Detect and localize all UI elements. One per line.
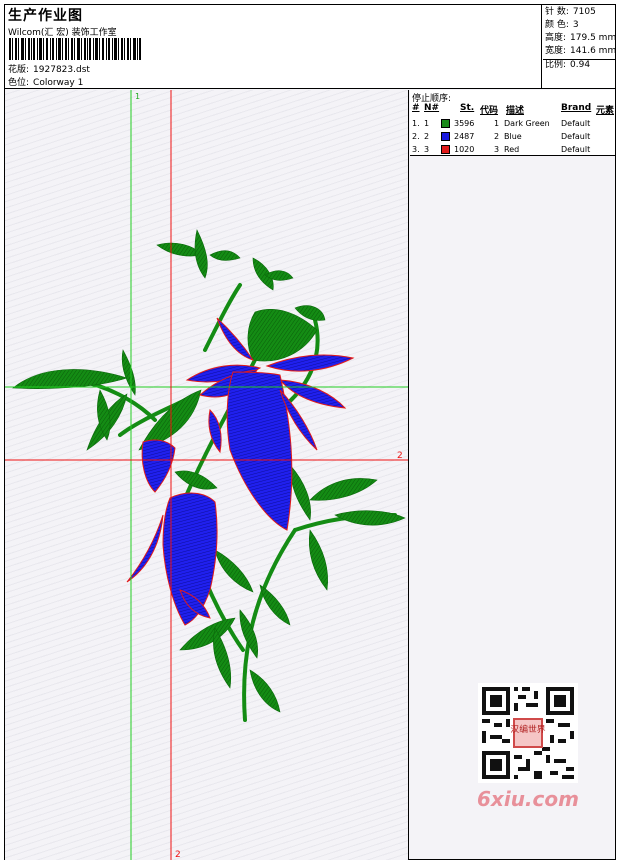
qr-code-icon: 汉编世界 xyxy=(478,683,578,783)
page-title: 生产作业图 xyxy=(8,8,83,24)
col-stitches: St. xyxy=(460,103,475,113)
design-value: 1927823.dst xyxy=(33,65,90,75)
stop-row: 2. 2 2487 2 Blue Default xyxy=(412,132,591,141)
stop-sequence-header: # N# St. 代码 描述 Brand 元素 xyxy=(410,103,615,116)
stat-colors: 颜 色: 3 xyxy=(545,20,579,30)
embroidery-preview: 1 2 2 xyxy=(5,90,408,860)
stat-height: 高度: 179.5 mm xyxy=(545,33,617,43)
stat-scale: 比例: 0.94 xyxy=(545,60,591,70)
guide-2-bottom-label: 2 xyxy=(175,850,181,860)
design-label: 花版: xyxy=(8,65,30,75)
sheet-header: 生产作业图 Wilcom(汇 宏) 装饰工作室 花版: 1927823.dst … xyxy=(5,5,617,89)
design-name-line: 花版: 1927823.dst xyxy=(8,62,90,75)
col-index: # xyxy=(412,103,420,113)
colorway-value: Colorway 1 xyxy=(33,78,84,88)
embroidery-design-canvas: 1 2 2 xyxy=(5,90,409,860)
company-name: Wilcom(汇 宏) 装饰工作室 xyxy=(8,28,117,38)
col-element: 元素 xyxy=(596,106,615,116)
colorway-label: 色位: xyxy=(8,78,30,88)
color-swatch-red xyxy=(441,145,450,154)
col-code: 代码 xyxy=(480,106,499,116)
col-brand: Brand xyxy=(561,103,592,113)
col-description: 描述 xyxy=(506,106,525,116)
guide-2-label: 2 xyxy=(397,451,403,461)
stop-row: 3. 3 1020 3 Red Default xyxy=(412,145,591,154)
stop-row: 1. 1 3596 1 Dark Green Default xyxy=(412,119,591,128)
stat-width: 宽度: 141.6 mm xyxy=(545,46,617,56)
watermark-badge-text: 汉编世界 xyxy=(510,723,545,735)
col-number: N# xyxy=(424,103,440,113)
watermark-text: 6xiu.com xyxy=(477,787,579,811)
design-stats: 针 数: 7105 颜 色: 3 高度: 179.5 mm 宽度: 141.6 mm 比… xyxy=(543,5,617,89)
color-swatch-dark-green xyxy=(441,119,450,128)
guide-1-label: 1 xyxy=(135,92,140,101)
color-swatch-blue xyxy=(441,132,450,141)
header-info: 生产作业图 Wilcom(汇 宏) 装饰工作室 花版: 1927823.dst … xyxy=(5,5,542,89)
site-watermark: 汉编世界 6xiu.com xyxy=(472,683,584,813)
stop-sequence-table: 停止顺序: # N# St. 代码 描述 Brand 元素 1. 1 3596 … xyxy=(410,90,615,156)
colorway-line: 色位: Colorway 1 xyxy=(8,75,83,88)
green-leaves xyxy=(12,229,406,713)
stat-stitches: 针 数: 7105 xyxy=(545,7,596,17)
barcode-icon xyxy=(9,38,141,60)
